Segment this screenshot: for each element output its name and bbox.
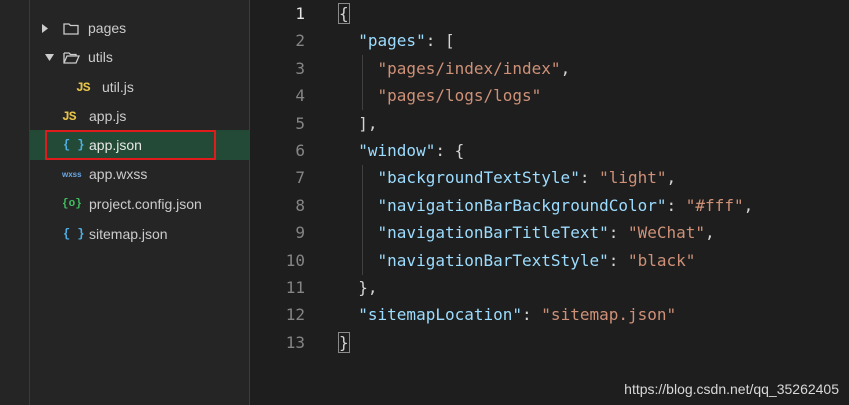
json-punctuation [339, 196, 378, 215]
json-punctuation: , [705, 223, 715, 243]
js-file-icon: JS [76, 79, 91, 95]
tree-label: pages [88, 20, 127, 36]
json-punctuation [339, 31, 358, 50]
tree-folder-pages[interactable]: pages [30, 13, 249, 43]
json-punctuation: , [560, 58, 571, 78]
json-key: "sitemapLocation" [358, 305, 523, 325]
code-line[interactable]: "navigationBarTextStyle": "black" [339, 250, 696, 270]
chevron-down-icon[interactable] [44, 52, 54, 62]
json-punctuation [339, 59, 378, 78]
code-line[interactable]: { [338, 3, 350, 24]
json-punctuation: : [608, 250, 628, 270]
folder-icon [62, 20, 80, 36]
json-punctuation: : { [435, 141, 465, 160]
tree-label: sitemap.json [89, 226, 168, 242]
tree-label: util.js [102, 79, 134, 95]
tree-label: project.config.json [89, 196, 202, 212]
line-number: 2 [295, 31, 305, 51]
json-key: "backgroundTextStyle" [377, 168, 580, 188]
json-punctuation: : [608, 223, 628, 243]
annotation-highlight-box [45, 130, 216, 160]
json-key: "navigationBarTextStyle" [377, 250, 609, 270]
json-punctuation [339, 168, 378, 187]
json-punctuation [339, 223, 378, 242]
chevron-right-icon[interactable] [40, 23, 50, 33]
code-line[interactable]: ], [339, 113, 378, 133]
tree-label: app.js [89, 108, 127, 124]
code-line[interactable]: }, [339, 278, 378, 297]
code-line[interactable]: "pages/index/index", [339, 58, 571, 78]
line-number: 8 [295, 195, 305, 215]
json-key: "navigationBarTitleText" [377, 223, 609, 243]
code-line[interactable]: "navigationBarTitleText": "WeChat", [339, 223, 715, 242]
json-key: "pages" [358, 31, 426, 51]
line-number: 1 [295, 4, 305, 23]
config-json-icon: {o} [62, 198, 82, 210]
json-punctuation: : [666, 195, 686, 215]
json-file-icon: { } [63, 227, 85, 241]
watermark: https://blog.csdn.net/qq_35262405 [624, 381, 839, 397]
line-number: 9 [295, 223, 305, 243]
json-string: "#fff" [685, 195, 744, 215]
js-file-icon: JS [62, 108, 77, 124]
json-string: "WeChat" [627, 223, 706, 243]
activity-bar [0, 0, 30, 405]
json-key: "navigationBarBackgroundColor" [377, 195, 667, 215]
json-string: "pages/index/index" [377, 58, 561, 78]
json-punctuation: , [666, 168, 677, 188]
tree-label: app.wxss [89, 166, 148, 182]
json-punctuation: : [ [425, 31, 455, 51]
line-number: 10 [285, 250, 305, 270]
line-number: 7 [295, 168, 305, 188]
line-number: 6 [295, 141, 305, 160]
tree-file-project-config-json[interactable]: {o} project.config.json [30, 189, 249, 219]
json-punctuation [339, 251, 378, 270]
json-string: "sitemap.json" [541, 305, 677, 325]
wxss-file-icon: wxss [62, 169, 82, 179]
line-number: 12 [285, 305, 305, 325]
code-line[interactable]: "pages/logs/logs" [339, 86, 542, 106]
code-editor[interactable]: 1 2 3 4 5 6 7 8 9 10 11 12 13 { "pages": [ "pages/in… [250, 0, 849, 405]
code-line[interactable]: "backgroundTextStyle": "light", [339, 168, 677, 188]
line-number: 3 [295, 58, 305, 78]
json-punctuation: } [338, 331, 350, 353]
line-number: 13 [285, 332, 305, 352]
json-punctuation [339, 305, 358, 324]
tree-file-sitemap-json[interactable]: { } sitemap.json [30, 219, 249, 249]
json-punctuation: { [338, 3, 350, 24]
code-line[interactable]: "navigationBarBackgroundColor": "#fff", [339, 195, 754, 215]
json-punctuation: , [743, 195, 754, 215]
json-punctuation: ], [339, 113, 378, 133]
folder-open-icon [62, 49, 80, 65]
tree-file-app-wxss[interactable]: wxss app.wxss [30, 159, 249, 189]
tree-label: utils [88, 49, 113, 65]
json-string: "black" [627, 250, 696, 270]
code-line[interactable]: "pages": [ [339, 31, 455, 51]
code-line[interactable]: "sitemapLocation": "sitemap.json" [339, 305, 676, 324]
file-explorer: pages utils JS util.js JS app.js { } app… [30, 0, 249, 405]
line-number: 11 [285, 278, 305, 297]
tree-file-util-js[interactable]: JS util.js [30, 72, 249, 102]
indent-guide [362, 55, 363, 110]
json-punctuation: : [579, 168, 600, 188]
line-number: 5 [295, 113, 305, 133]
tree-folder-utils[interactable]: utils [30, 42, 249, 72]
json-punctuation [339, 141, 358, 160]
json-punctuation [339, 86, 378, 105]
code-line[interactable]: "window": { [339, 141, 464, 160]
line-number: 4 [295, 86, 305, 106]
json-key: "window" [358, 141, 436, 160]
json-string: "pages/logs/logs" [377, 86, 542, 106]
json-punctuation: }, [339, 278, 378, 297]
code-line[interactable]: } [338, 331, 350, 353]
indent-guide [362, 165, 363, 275]
json-punctuation: : [522, 305, 542, 325]
json-string: "light" [599, 168, 667, 188]
tree-file-app-js[interactable]: JS app.js [30, 101, 249, 131]
